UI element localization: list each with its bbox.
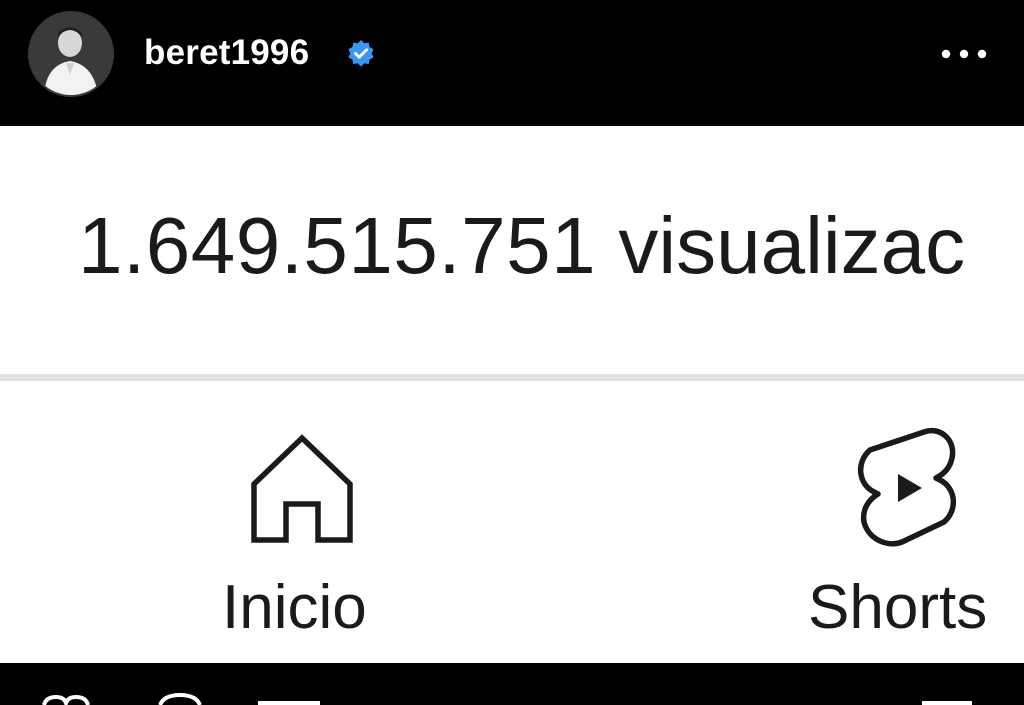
avatar-photo [30, 13, 112, 95]
verified-badge-icon [348, 40, 374, 67]
views-label: visualizac [618, 201, 966, 290]
avatar[interactable] [28, 11, 114, 97]
story-frame: beret1996 1.649.515.751 visualizac Inici… [0, 0, 1024, 705]
screenshot-panel: 1.649.515.751 visualizac Inicio Shorts [0, 126, 1024, 663]
more-horizontal-icon[interactable] [936, 38, 992, 70]
bottom-bar [0, 663, 1024, 705]
divider [0, 374, 1024, 381]
home-icon[interactable] [248, 432, 356, 544]
views-count: 1.649.515.751 [78, 201, 597, 290]
shorts-icon[interactable] [852, 422, 960, 550]
username[interactable]: beret1996 [144, 31, 309, 75]
nav-label-shorts[interactable]: Shorts [808, 572, 987, 644]
views-counter: 1.649.515.751 visualizac [78, 198, 965, 294]
story-header: beret1996 [0, 0, 1024, 126]
nav-label-inicio[interactable]: Inicio [222, 572, 367, 644]
bottom-action-icons [42, 692, 972, 705]
